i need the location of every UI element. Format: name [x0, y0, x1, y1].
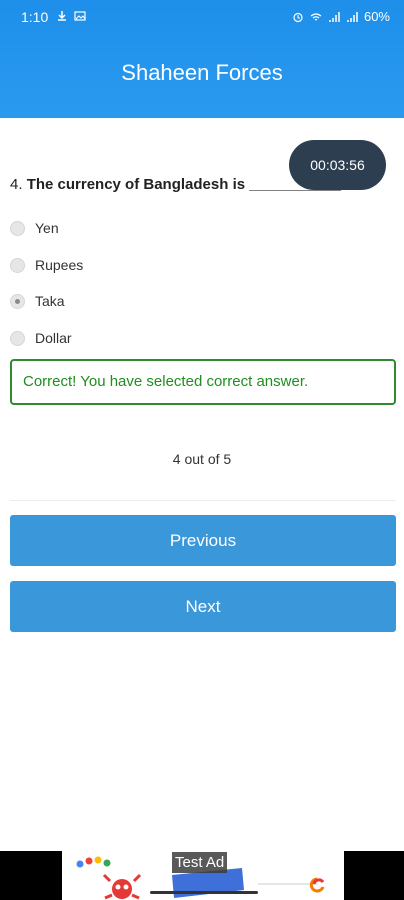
image-icon [74, 11, 86, 21]
home-indicator[interactable] [150, 891, 258, 894]
option-label: Rupees [35, 257, 84, 273]
option-dollar[interactable]: Dollar [10, 327, 72, 349]
answer-feedback: Correct! You have selected correct answe… [10, 359, 396, 405]
option-label: Taka [35, 293, 65, 309]
radio-button[interactable] [10, 257, 25, 273]
radio-button-selected[interactable] [10, 293, 25, 309]
status-notification-icons [56, 10, 86, 22]
status-time: 1:10 [21, 9, 49, 25]
option-yen[interactable]: Yen [10, 217, 59, 239]
option-label: Dollar [35, 330, 72, 346]
wifi-icon [310, 12, 322, 20]
battery-percent: 60% [363, 9, 390, 24]
app-header: 1:10 60% Shaheen Forces [0, 0, 404, 118]
test-ad-label: Test Ad [172, 852, 228, 873]
option-taka[interactable]: Taka [10, 290, 65, 312]
timer-badge: 00:03:56 [289, 140, 386, 190]
question-number: 4. [10, 176, 23, 193]
signal-icon [329, 11, 340, 22]
option-rupees[interactable]: Rupees [10, 254, 83, 276]
download-icon [58, 11, 66, 21]
status-right-icons: 60% [292, 9, 390, 24]
signal-icon [347, 11, 358, 22]
status-bar: 1:10 60% [0, 0, 404, 32]
option-label: Yen [35, 220, 59, 236]
radio-button[interactable] [10, 330, 25, 346]
next-button[interactable]: Next [10, 581, 396, 632]
divider [10, 500, 396, 501]
alarm-icon [293, 12, 303, 22]
app-title: Shaheen Forces [121, 60, 283, 85]
radio-button[interactable] [10, 220, 25, 236]
question-progress: 4 out of 5 [172, 451, 232, 467]
previous-button[interactable]: Previous [10, 515, 396, 566]
